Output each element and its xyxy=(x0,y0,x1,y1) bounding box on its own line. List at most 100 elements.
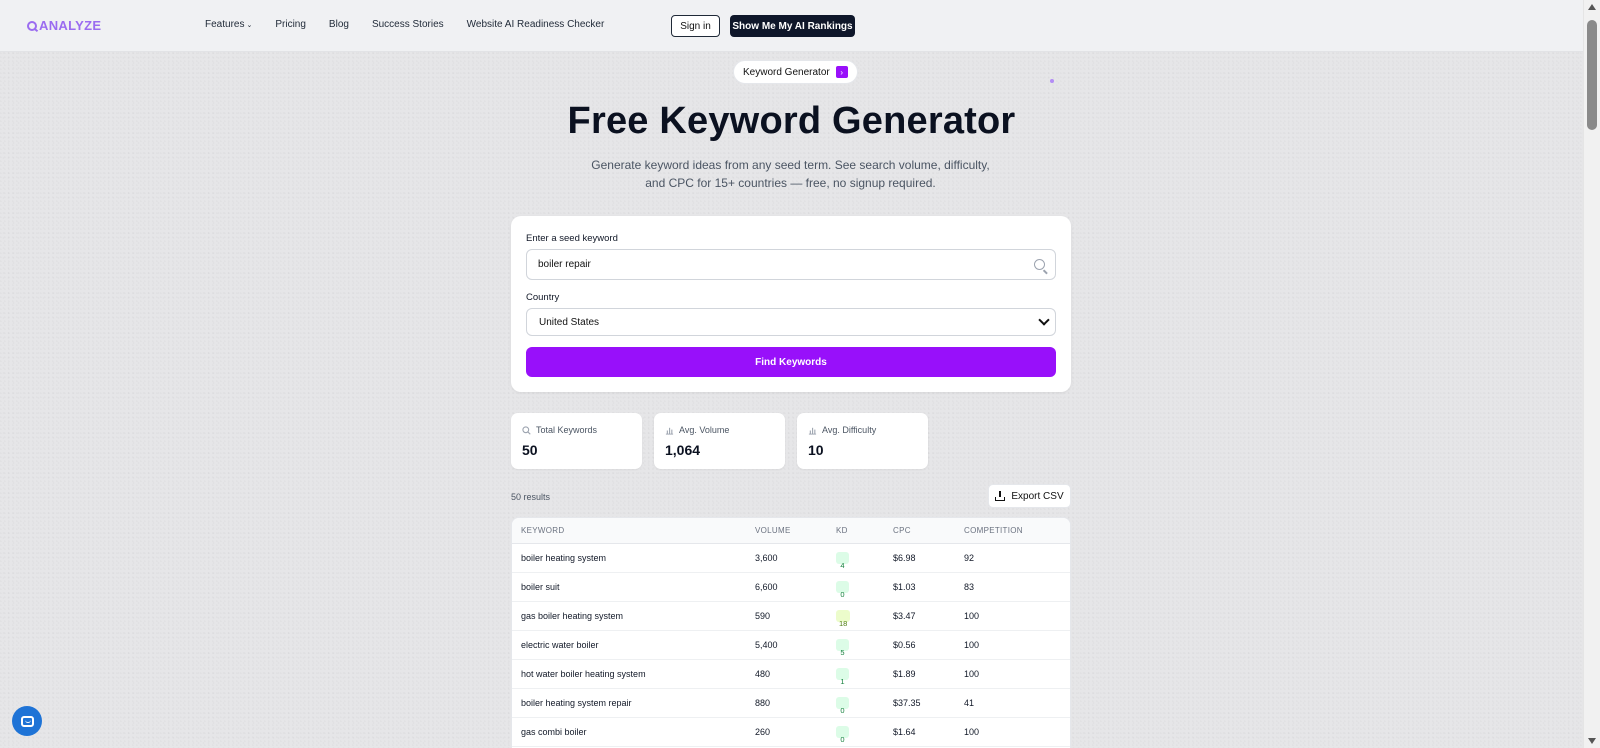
scrollbar-thumb[interactable] xyxy=(1587,20,1597,130)
kd-badge: 1 xyxy=(836,668,849,686)
nav-link-pricing[interactable]: Pricing xyxy=(275,19,306,30)
stat-value: 1,064 xyxy=(665,442,701,458)
chevron-down-icon: ⌄ xyxy=(246,22,253,29)
kd-badge: 5 xyxy=(836,639,849,657)
cell-competition: 41 xyxy=(964,698,975,708)
cell-competition: 100 xyxy=(964,727,980,737)
cell-competition: 100 xyxy=(964,669,980,679)
bar-chart-icon xyxy=(665,427,674,435)
chat-icon xyxy=(20,715,34,727)
kd-badge: 0 xyxy=(836,581,849,599)
kd-badge: 0 xyxy=(836,726,849,744)
column-header-kd[interactable]: KD xyxy=(836,518,848,544)
cell-cpc: $1.03 xyxy=(893,582,916,592)
cell-volume: 480 xyxy=(755,669,771,679)
chevron-down-icon xyxy=(1038,314,1050,326)
page-subtitle: Generate keyword ideas from any seed ter… xyxy=(591,158,990,190)
stat-label: Avg. Difficulty xyxy=(822,425,877,435)
logo-text: ANALYZE xyxy=(39,18,102,33)
export-csv-label: Export CSV xyxy=(1011,490,1064,502)
keywords-table: KEYWORD VOLUME KD CPC COMPETITION boiler… xyxy=(511,517,1071,748)
scroll-down-arrow-icon[interactable] xyxy=(1588,738,1596,744)
chevron-right-icon: › xyxy=(835,66,848,78)
search-icon xyxy=(1034,259,1045,270)
table-row[interactable]: electric water boiler 5,400 5 $0.56 100 xyxy=(512,631,1070,660)
column-header-cpc[interactable]: CPC xyxy=(893,518,911,544)
seed-keyword-label: Enter a seed keyword xyxy=(526,233,618,244)
nav-link-features[interactable]: Features ⌄ xyxy=(205,19,252,30)
seed-keyword-input[interactable]: boiler repair xyxy=(526,249,1056,280)
cell-cpc: $3.47 xyxy=(893,611,916,621)
cell-cpc: $37.35 xyxy=(893,698,921,708)
table-row[interactable]: gas combi boiler 260 0 $1.64 100 xyxy=(512,718,1070,747)
cell-volume: 590 xyxy=(755,611,771,621)
column-header-competition[interactable]: COMPETITION xyxy=(964,518,1023,544)
stat-avg-volume: Avg. Volume 1,064 xyxy=(654,413,785,469)
cell-keyword: boiler heating system repair xyxy=(521,698,632,708)
cell-cpc: $1.64 xyxy=(893,727,916,737)
chat-launcher-button[interactable] xyxy=(12,706,42,736)
cell-competition: 83 xyxy=(964,582,975,592)
logo-search-icon xyxy=(27,20,37,31)
table-row[interactable]: hot water boiler heating system 480 1 $1.89… xyxy=(512,660,1070,689)
nav-link-features-label: Features xyxy=(205,19,245,30)
table-row[interactable]: boiler heating system repair 880 0 $37.35 41 xyxy=(512,689,1070,718)
nav-link-success-stories[interactable]: Success Stories xyxy=(372,19,444,30)
stat-label: Avg. Volume xyxy=(679,425,730,435)
nav-link-blog[interactable]: Blog xyxy=(329,19,349,30)
page-scrollbar[interactable] xyxy=(1583,0,1600,748)
find-keywords-button[interactable]: Find Keywords xyxy=(526,347,1056,377)
logo[interactable]: ANALYZE xyxy=(27,18,101,33)
cell-keyword: boiler heating system xyxy=(521,553,607,563)
cell-cpc: $6.98 xyxy=(893,553,916,563)
cell-cpc: $1.89 xyxy=(893,669,916,679)
stat-value: 10 xyxy=(808,442,824,458)
stat-label: Total Keywords xyxy=(536,425,598,435)
breadcrumb-pill[interactable]: Keyword Generator › xyxy=(733,60,858,84)
stat-total-keywords: Total Keywords 50 xyxy=(511,413,642,469)
keyword-search-card: Enter a seed keyword boiler repair Count… xyxy=(511,216,1071,392)
table-row[interactable]: boiler suit 6,600 0 $1.03 83 xyxy=(512,573,1070,602)
cell-competition: 100 xyxy=(964,640,980,650)
country-label: Country xyxy=(526,292,560,303)
cell-competition: 100 xyxy=(964,611,980,621)
country-select[interactable]: United States xyxy=(526,308,1056,336)
cell-volume: 3,600 xyxy=(755,553,778,563)
cell-keyword: gas boiler heating system xyxy=(521,611,624,621)
results-count: 50 results xyxy=(511,492,551,502)
scroll-up-arrow-icon[interactable] xyxy=(1588,4,1596,10)
cell-keyword: gas combi boiler xyxy=(521,727,587,737)
table-body: boiler heating system 3,600 4 $6.98 92 boiler… xyxy=(512,544,1070,747)
cell-keyword: boiler suit xyxy=(521,582,560,592)
export-csv-button[interactable]: Export CSV xyxy=(988,484,1071,508)
cell-competition: 92 xyxy=(964,553,975,563)
top-navigation: ANALYZE Features ⌄ Pricing Blog Success S… xyxy=(0,0,1583,52)
bar-chart-icon xyxy=(808,427,817,435)
column-header-keyword[interactable]: KEYWORD xyxy=(521,518,564,544)
seed-keyword-value: boiler repair xyxy=(538,259,591,270)
page-title: Free Keyword Generator xyxy=(567,100,1016,142)
kd-badge: 18 xyxy=(836,610,851,628)
table-row[interactable]: gas boiler heating system 590 18 $3.47 100 xyxy=(512,602,1070,631)
cell-volume: 5,400 xyxy=(755,640,778,650)
nav-link-ai-readiness-checker[interactable]: Website AI Readiness Checker xyxy=(467,19,605,30)
cell-keyword: electric water boiler xyxy=(521,640,599,650)
search-icon xyxy=(522,426,531,435)
stat-value: 50 xyxy=(522,442,538,458)
cell-volume: 260 xyxy=(755,727,771,737)
kd-badge: 4 xyxy=(836,552,849,570)
kd-badge: 0 xyxy=(836,697,849,715)
column-header-volume[interactable]: VOLUME xyxy=(755,518,791,544)
table-row[interactable]: boiler heating system 3,600 4 $6.98 92 xyxy=(512,544,1070,573)
cell-volume: 6,600 xyxy=(755,582,778,592)
sign-in-button[interactable]: Sign in xyxy=(671,15,720,37)
download-icon xyxy=(995,491,1006,501)
table-header: KEYWORD VOLUME KD CPC COMPETITION xyxy=(512,518,1070,544)
breadcrumb-label: Keyword Generator xyxy=(743,66,830,78)
nav-links: Features ⌄ Pricing Blog Success Stories W… xyxy=(205,19,604,30)
decorative-dot xyxy=(1050,79,1054,83)
cell-keyword: hot water boiler heating system xyxy=(521,669,646,679)
country-value: United States xyxy=(539,316,600,328)
show-ai-rankings-button[interactable]: Show Me My AI Rankings xyxy=(730,15,855,37)
cell-cpc: $0.56 xyxy=(893,640,916,650)
